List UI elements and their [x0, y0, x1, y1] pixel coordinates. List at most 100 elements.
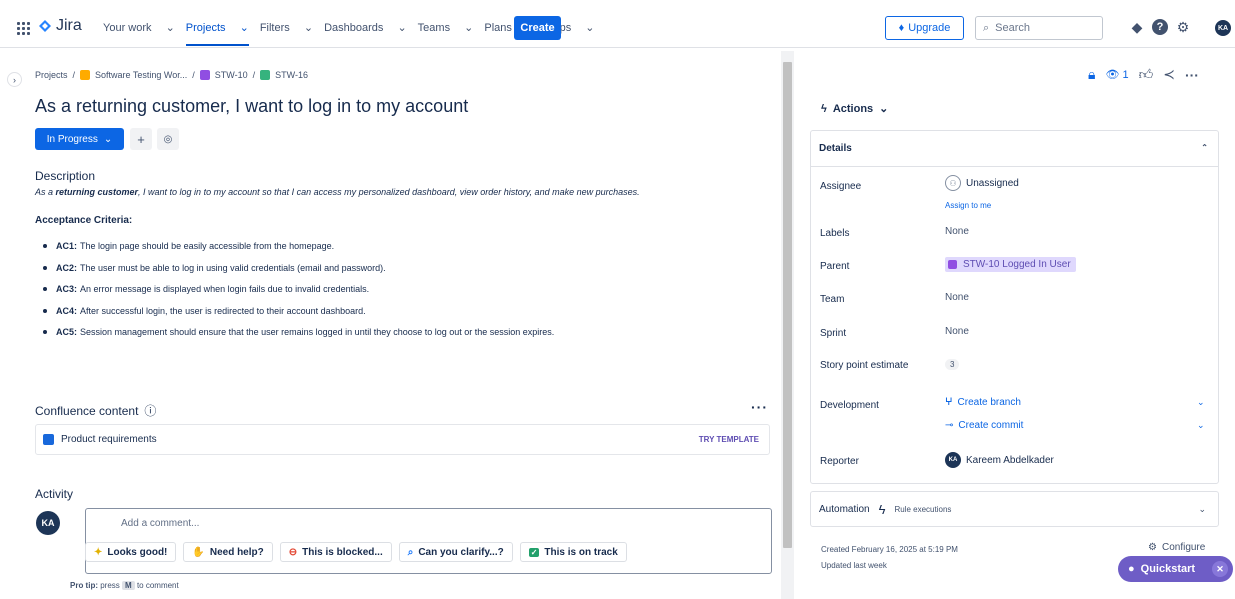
commit-icon: ⊸	[945, 420, 954, 431]
confluence-heading-label: Confluence content	[35, 403, 139, 418]
acceptance-criteria-heading: Acceptance Criteria:	[35, 215, 133, 226]
search-input[interactable]: ⌕ Search	[975, 16, 1103, 40]
like-icon[interactable]: 👍︎	[1139, 66, 1154, 83]
diamond-icon: ♦	[898, 22, 905, 34]
details-panel: Details ⌃ Assignee ⚇ Unassigned Assign to …	[810, 130, 1219, 484]
more-icon[interactable]: ···	[1185, 67, 1199, 83]
description-suffix: , I want to log in to my account so that…	[138, 187, 640, 197]
lock-icon[interactable]: 🔒︎	[1088, 66, 1095, 83]
acceptance-criteria-list: AC1: The login page should be easily acce…	[43, 241, 554, 349]
help-icon[interactable]: ?	[1152, 19, 1168, 35]
status-dropdown[interactable]: In Progress ⌄	[35, 128, 124, 150]
info-icon[interactable]: ⓘ	[144, 402, 156, 419]
list-item: AC1: The login page should be easily acce…	[43, 241, 554, 263]
parent-field[interactable]: STW-10 Logged In User	[945, 257, 1076, 272]
breadcrumb-separator: /	[72, 70, 76, 80]
more-icon[interactable]: ···	[751, 399, 768, 415]
bullet	[43, 308, 47, 313]
chip-clarify[interactable]: ⌕ Can you clarify...?	[398, 542, 513, 562]
app-switcher-icon[interactable]	[17, 22, 30, 35]
description-text[interactable]: As a returning customer, I want to log i…	[35, 187, 640, 197]
chip-blocked[interactable]: ⊖ This is blocked...	[279, 542, 392, 562]
scrollbar-thumb[interactable]	[783, 62, 792, 548]
created-date: Created February 16, 2025 at 5:19 PM	[821, 545, 958, 554]
activity-heading: Activity	[35, 487, 74, 501]
notifications-icon[interactable]: ◆	[1129, 19, 1145, 35]
nav-teams[interactable]: Teams ⌄	[418, 21, 474, 46]
watch-count: 1	[1122, 69, 1129, 81]
quick-replies: ✦ Looks good! ✋ Need help? ⊖ This is blocke…	[85, 542, 627, 562]
create-button[interactable]: Create	[514, 16, 561, 40]
breadcrumb-issue[interactable]: STW-16	[275, 70, 308, 80]
search-icon: ⌕	[983, 21, 990, 34]
parent-tag[interactable]: STW-10 Logged In User	[945, 257, 1076, 272]
sprint-label: Sprint	[820, 328, 847, 339]
labels-label: Labels	[820, 228, 850, 239]
automation-panel[interactable]: Automation ϟ Rule executions ⌄	[810, 491, 1219, 527]
configure-button[interactable]: ⚙ Configure	[1148, 542, 1205, 553]
criteria-text: The user must be able to log in using va…	[80, 262, 386, 273]
jira-mark-icon	[39, 20, 51, 32]
nav-dashboards[interactable]: Dashboards ⌄	[324, 21, 407, 46]
settings-icon[interactable]: ⚙	[1175, 19, 1191, 35]
apps-icon[interactable]: ◎	[157, 128, 179, 150]
jira-logo[interactable]: Jira	[38, 17, 82, 35]
team-value[interactable]: None	[945, 292, 969, 303]
check-icon: ✓	[528, 547, 540, 557]
try-template-link[interactable]: TRY TEMPLATE	[699, 435, 759, 444]
chip-looks-good[interactable]: ✦ Looks good!	[85, 542, 177, 562]
bullet	[43, 287, 47, 291]
sidebar-expand-button[interactable]: ›	[7, 72, 22, 87]
nav-label: Teams	[417, 22, 451, 34]
breadcrumb-project[interactable]: Software Testing Wor...	[95, 70, 187, 80]
chevron-down-icon[interactable]: ⌄	[1197, 420, 1205, 431]
chip-on-track[interactable]: ✓ This is on track	[519, 542, 627, 562]
breadcrumb-parent[interactable]: STW-10	[215, 70, 248, 80]
breadcrumb-separator: /	[192, 70, 195, 80]
create-commit-link[interactable]: ⊸ Create commit	[945, 420, 1023, 431]
details-header[interactable]: Details ⌃	[811, 131, 1218, 167]
close-icon[interactable]: ✕	[1212, 561, 1228, 577]
issue-title[interactable]: As a returning customer, I want to log i…	[35, 96, 468, 117]
upgrade-button[interactable]: ♦ Upgrade	[885, 16, 964, 40]
chevron-up-icon: ⌃	[1201, 143, 1208, 152]
criteria-key: AC3:	[56, 284, 78, 294]
nav-label: Plans	[484, 22, 512, 34]
development-label: Development	[820, 400, 879, 411]
magnifier-icon: ⌕	[407, 546, 414, 558]
comment-input[interactable]: Add a comment...	[121, 518, 199, 529]
quickstart-label: Quickstart	[1140, 563, 1196, 575]
bullet	[43, 244, 47, 248]
nav-label: Your work	[103, 22, 152, 34]
breadcrumb-projects[interactable]: Projects	[35, 70, 68, 80]
description-heading: Description	[35, 169, 96, 183]
profile-avatar[interactable]: KA	[1215, 20, 1231, 36]
top-navigation: Jira Your work ⌄ Projects ⌄ Filters ⌄ Da…	[0, 8, 1235, 48]
quickstart-button[interactable]: ● Quickstart ✕	[1118, 556, 1233, 582]
assignee-field[interactable]: ⚇ Unassigned	[945, 175, 1019, 191]
story-points-field[interactable]: 3	[945, 359, 960, 370]
nav-your-work[interactable]: Your work ⌄	[103, 21, 175, 46]
actions-label: Actions	[832, 102, 874, 115]
actions-dropdown[interactable]: ϟ Actions ⌄	[821, 102, 888, 116]
assign-to-me-link[interactable]: Assign to me	[945, 201, 991, 210]
add-button[interactable]: +	[130, 128, 152, 150]
create-branch-link[interactable]: ⵖ Create branch	[945, 397, 1021, 408]
nav-filters[interactable]: Filters ⌄	[260, 21, 313, 46]
automation-heading: Automation	[819, 503, 870, 515]
create-branch-label: Create branch	[957, 397, 1021, 408]
nav-label: Projects	[185, 22, 226, 34]
chip-need-help[interactable]: ✋ Need help?	[183, 542, 273, 562]
nav-projects[interactable]: Projects ⌄	[185, 21, 249, 46]
reporter-field[interactable]: KA Kareem Abdelkader	[945, 452, 1054, 468]
issue-toolbar: 🔒︎ 👁︎ 1 👍︎ ≺ ···	[1088, 66, 1199, 83]
share-icon[interactable]: ≺	[1163, 66, 1175, 83]
labels-value[interactable]: None	[945, 226, 969, 237]
confluence-card[interactable]: Product requirements TRY TEMPLATE	[35, 424, 770, 455]
sprint-value[interactable]: None	[945, 326, 969, 337]
bullet	[43, 330, 47, 334]
watch-button[interactable]: 👁︎ 1	[1105, 68, 1128, 81]
avatar: KA	[945, 452, 961, 468]
chevron-down-icon[interactable]: ⌄	[1197, 397, 1205, 408]
list-item: AC4: After successful login, the user is …	[43, 306, 554, 328]
